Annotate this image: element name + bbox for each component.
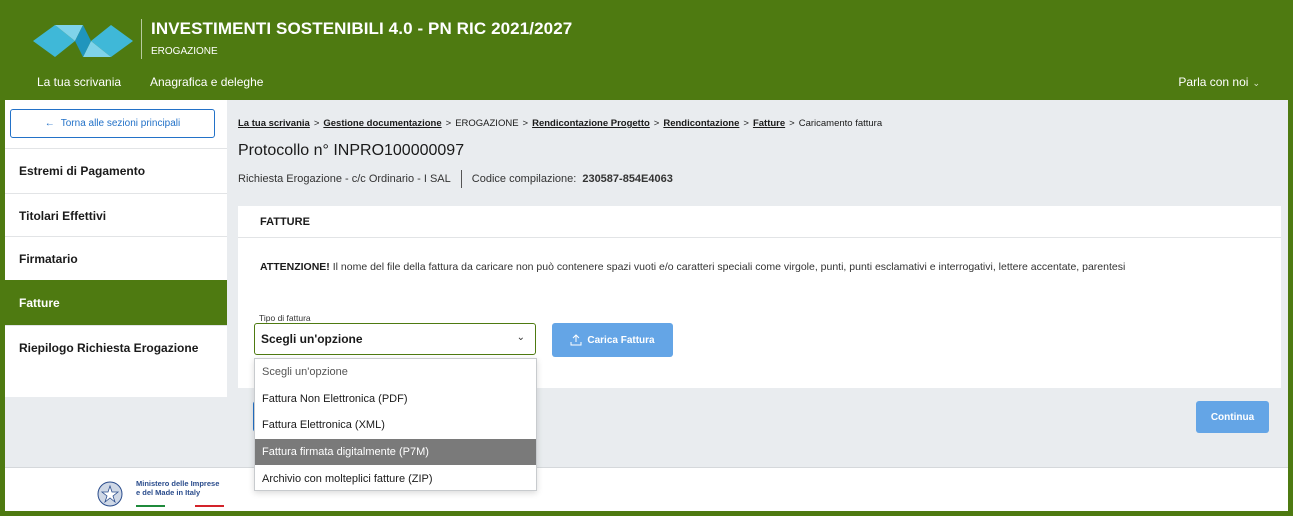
upload-invoice-button[interactable]: Carica Fattura <box>552 323 673 357</box>
request-type: Richiesta Erogazione - c/c Ordinario - I… <box>238 173 451 185</box>
app-frame: INVESTIMENTI SOSTENIBILI 4.0 - PN RIC 20… <box>0 0 1293 516</box>
arrow-left-icon: ← <box>44 118 55 129</box>
option-zip[interactable]: Archivio con molteplici fatture (ZIP) <box>255 465 536 492</box>
option-placeholder[interactable]: Scegli un'opzione <box>255 359 536 386</box>
invoice-type-select[interactable]: Scegli un'opzione ⌄ <box>254 323 536 355</box>
sidebar-item-riepilogo[interactable]: Riepilogo Richiesta Erogazione <box>5 325 227 370</box>
warning-text: Il nome del file della fattura da carica… <box>329 261 1126 273</box>
ministry-name: Ministero delle Imprese e del Made in It… <box>136 479 219 497</box>
code-label: Codice compilazione: <box>471 173 577 185</box>
talk-menu[interactable]: Parla con noi ⌄ <box>1178 75 1260 89</box>
app-subtitle: EROGAZIONE <box>151 46 218 57</box>
upload-label: Carica Fattura <box>587 334 655 346</box>
warning-label: ATTENZIONE! <box>260 261 330 273</box>
app-title: INVESTIMENTI SOSTENIBILI 4.0 - PN RIC 20… <box>151 19 573 38</box>
option-pdf[interactable]: Fattura Non Elettronica (PDF) <box>255 386 536 413</box>
chevron-down-icon: ⌄ <box>516 332 525 343</box>
nav-anagrafica[interactable]: Anagrafica e deleghe <box>150 75 263 89</box>
breadcrumb-current: Caricamento fattura <box>798 118 883 129</box>
breadcrumb-scrivania[interactable]: La tua scrivania <box>238 118 310 129</box>
breadcrumb-separator: > <box>445 118 452 129</box>
sidebar-item-titolari[interactable]: Titolari Effettivi <box>5 193 227 238</box>
sidebar: ← Torna alle sezioni principali Estremi … <box>5 100 227 397</box>
upload-icon <box>570 334 582 346</box>
footer: Ministero delle Imprese e del Made in It… <box>5 467 1288 511</box>
breadcrumb-rendicontazione[interactable]: Rendicontazione <box>663 118 739 129</box>
breadcrumb-separator: > <box>313 118 320 129</box>
sidebar-item-fatture[interactable]: Fatture <box>5 280 227 325</box>
ministry-line2: e del Made in Italy <box>136 488 201 497</box>
nav-scrivania[interactable]: La tua scrivania <box>37 75 121 89</box>
header: INVESTIMENTI SOSTENIBILI 4.0 - PN RIC 20… <box>5 5 1288 100</box>
code-value: 230587-854E4063 <box>582 173 673 185</box>
flag-stripe <box>136 505 224 507</box>
back-to-sections-button[interactable]: ← Torna alle sezioni principali <box>10 109 215 138</box>
talk-label: Parla con noi <box>1178 75 1249 89</box>
invoice-type-dropdown: Scegli un'opzione Fattura Non Elettronic… <box>254 358 537 491</box>
invoice-type-label: Tipo di fattura <box>259 313 311 323</box>
breadcrumb-fatture[interactable]: Fatture <box>753 118 785 129</box>
page-title: Protocollo n° INPRO100000097 <box>238 142 465 159</box>
breadcrumb-rendicontazione-progetto[interactable]: Rendicontazione Progetto <box>532 118 650 129</box>
request-meta: Richiesta Erogazione - c/c Ordinario - I… <box>238 170 673 188</box>
breadcrumb-separator: > <box>522 118 529 129</box>
breadcrumb: La tua scrivania > Gestione documentazione… <box>238 118 882 129</box>
select-value: Scegli un'opzione <box>261 332 363 346</box>
breadcrumb-erogazione: EROGAZIONE <box>455 118 519 129</box>
option-p7m[interactable]: Fattura firmata digitalmente (P7M) <box>255 438 536 466</box>
sidebar-item-estremi[interactable]: Estremi di Pagamento <box>5 148 227 193</box>
continue-button[interactable]: Continua <box>1196 401 1269 433</box>
back-button-label: Torna alle sezioni principali <box>60 118 181 129</box>
ministry-line1: Ministero delle Imprese <box>136 479 220 488</box>
option-xml[interactable]: Fattura Elettronica (XML) <box>255 412 536 439</box>
sidebar-item-firmatario[interactable]: Firmatario <box>5 236 227 281</box>
breadcrumb-separator: > <box>653 118 660 129</box>
breadcrumb-separator: > <box>789 118 795 129</box>
chevron-down-icon: ⌄ <box>1252 78 1260 88</box>
breadcrumb-separator: > <box>743 118 749 129</box>
app-logo-icon <box>33 25 133 57</box>
logo-divider <box>141 19 142 59</box>
warning-message: ATTENZIONE! Il nome del file della fattu… <box>260 261 1125 273</box>
meta-divider <box>460 170 462 188</box>
italian-emblem-icon <box>97 481 123 507</box>
panel-title: FATTURE <box>238 206 1281 238</box>
breadcrumb-gestione[interactable]: Gestione documentazione <box>323 118 441 129</box>
